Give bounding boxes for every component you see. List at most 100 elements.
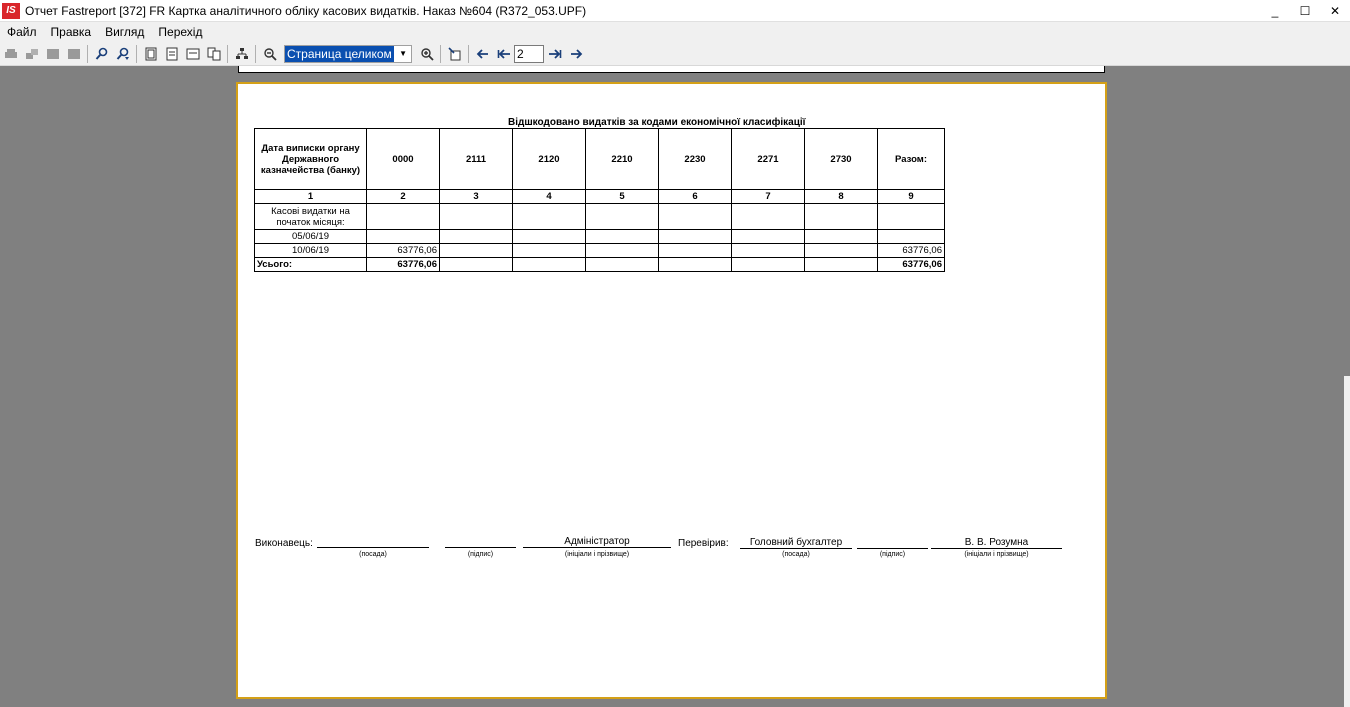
table-cell	[585, 229, 659, 244]
menu-bar: Файл Правка Вигляд Перехід	[0, 22, 1350, 42]
toolbar-separator	[255, 44, 256, 63]
zoom-in-icon[interactable]	[416, 44, 437, 64]
table-cell	[658, 229, 732, 244]
column-number-row: 1 2 3 4 5 6 7 8 9	[254, 189, 945, 204]
table-cell	[804, 243, 878, 258]
vertical-scrollbar[interactable]	[1344, 376, 1350, 707]
table-cell: 63776,06	[877, 257, 945, 272]
checker-name: В. В. Розумна	[931, 537, 1062, 549]
toolbar-separator	[136, 44, 137, 63]
table-cell	[512, 203, 586, 230]
table-cell	[439, 243, 513, 258]
executor-name-caption: (ініціали і прізвище)	[564, 551, 630, 558]
prev-page-icon[interactable]	[472, 44, 493, 64]
tree-icon[interactable]	[231, 44, 252, 64]
executor-label: Виконавець:	[255, 538, 313, 549]
toolbar-separator	[468, 44, 469, 63]
table-cell: Касові видатки на початок місяця:	[254, 203, 367, 230]
table-cell	[804, 203, 878, 230]
window-title: Отчет Fastreport [372] FR Картка аналіти…	[25, 3, 587, 18]
table-cell	[439, 203, 513, 230]
table-cell: 63776,06	[877, 243, 945, 258]
page-number-input[interactable]: 2	[514, 44, 544, 63]
table-cell: 63776,06	[366, 243, 440, 258]
checker-name-caption: (ініціали і прізвище)	[964, 551, 1029, 558]
checker-label: Перевірив:	[678, 538, 729, 549]
preview-area[interactable]: Відшкодовано видатків за кодами економіч…	[0, 66, 1350, 707]
executor-signature	[445, 536, 516, 548]
zoom-select[interactable]: Страница целиком ▼	[284, 44, 412, 63]
column-number: 2	[366, 189, 440, 204]
table-row: 10/06/19 63776,06 63776,06	[254, 243, 945, 258]
chevron-down-icon[interactable]: ▼	[399, 49, 411, 58]
table-cell	[585, 243, 659, 258]
table-cell: Усього:	[254, 257, 367, 272]
zoom-out-icon[interactable]	[259, 44, 280, 64]
table-cell	[804, 229, 878, 244]
menu-file[interactable]: Файл	[0, 22, 44, 42]
header-cell: 2210	[585, 128, 659, 190]
toolbar-separator	[87, 44, 88, 63]
maximize-button[interactable]: ☐	[1290, 0, 1320, 22]
report-page: Відшкодовано видатків за кодами економіч…	[236, 82, 1107, 699]
minimize-button[interactable]: _	[1260, 0, 1290, 22]
table-cell	[658, 257, 732, 272]
table-cell: 05/06/19	[254, 229, 367, 244]
table-cell	[439, 229, 513, 244]
edit-page-icon[interactable]	[444, 44, 465, 64]
toolbar: Страница целиком ▼ 2	[0, 42, 1350, 66]
column-number: 6	[658, 189, 732, 204]
checker-position: Головний бухгалтер	[740, 537, 852, 549]
table-cell	[804, 257, 878, 272]
page-width-icon[interactable]	[140, 44, 161, 64]
column-number: 9	[877, 189, 945, 204]
save-icon[interactable]	[42, 44, 63, 64]
menu-navigate[interactable]: Перехід	[151, 22, 209, 42]
executor-position	[317, 536, 429, 548]
close-button[interactable]: ✕	[1320, 0, 1350, 22]
checker-signature	[857, 537, 928, 549]
open-icon[interactable]	[63, 44, 84, 64]
column-number: 4	[512, 189, 586, 204]
export-icon[interactable]	[21, 44, 42, 64]
table-cell	[512, 243, 586, 258]
table-cell	[585, 257, 659, 272]
menu-edit[interactable]: Правка	[44, 22, 99, 42]
header-cell: 2230	[658, 128, 732, 190]
table-cell	[366, 203, 440, 230]
table-cell	[731, 229, 805, 244]
table-cell	[439, 257, 513, 272]
checker-position-caption: (посада)	[782, 551, 810, 558]
print-icon[interactable]	[0, 44, 21, 64]
table-header-row: Дата виписки органу Державного казначейс…	[254, 128, 945, 190]
next-page-icon[interactable]	[565, 44, 586, 64]
two-pages-icon[interactable]	[203, 44, 224, 64]
column-number: 7	[731, 189, 805, 204]
total-row: Усього: 63776,06 63776,06	[254, 257, 945, 272]
table-cell: 10/06/19	[254, 243, 367, 258]
app-logo-icon: IS	[2, 2, 20, 19]
find-next-icon[interactable]	[112, 44, 133, 64]
executor-position-caption: (посада)	[359, 551, 387, 558]
header-cell: 2730	[804, 128, 878, 190]
whole-page-icon[interactable]	[161, 44, 182, 64]
first-page-icon[interactable]	[493, 44, 514, 64]
table-cell	[658, 203, 732, 230]
table-cell	[731, 243, 805, 258]
table-cell	[366, 229, 440, 244]
toolbar-separator	[227, 44, 228, 63]
checker-signature-caption: (підпис)	[879, 551, 906, 558]
table-row: Касові видатки на початок місяця:	[254, 203, 945, 230]
table-cell	[731, 203, 805, 230]
last-page-icon[interactable]	[544, 44, 565, 64]
header-cell: 2271	[731, 128, 805, 190]
find-icon[interactable]	[91, 44, 112, 64]
title-bar: IS Отчет Fastreport [372] FR Картка анал…	[0, 0, 1350, 22]
table-cell	[512, 229, 586, 244]
table-cell	[585, 203, 659, 230]
executor-name: Адміністратор	[523, 536, 671, 548]
outline-icon[interactable]	[182, 44, 203, 64]
table-cell	[512, 257, 586, 272]
header-cell: Разом:	[877, 128, 945, 190]
menu-view[interactable]: Вигляд	[98, 22, 151, 42]
